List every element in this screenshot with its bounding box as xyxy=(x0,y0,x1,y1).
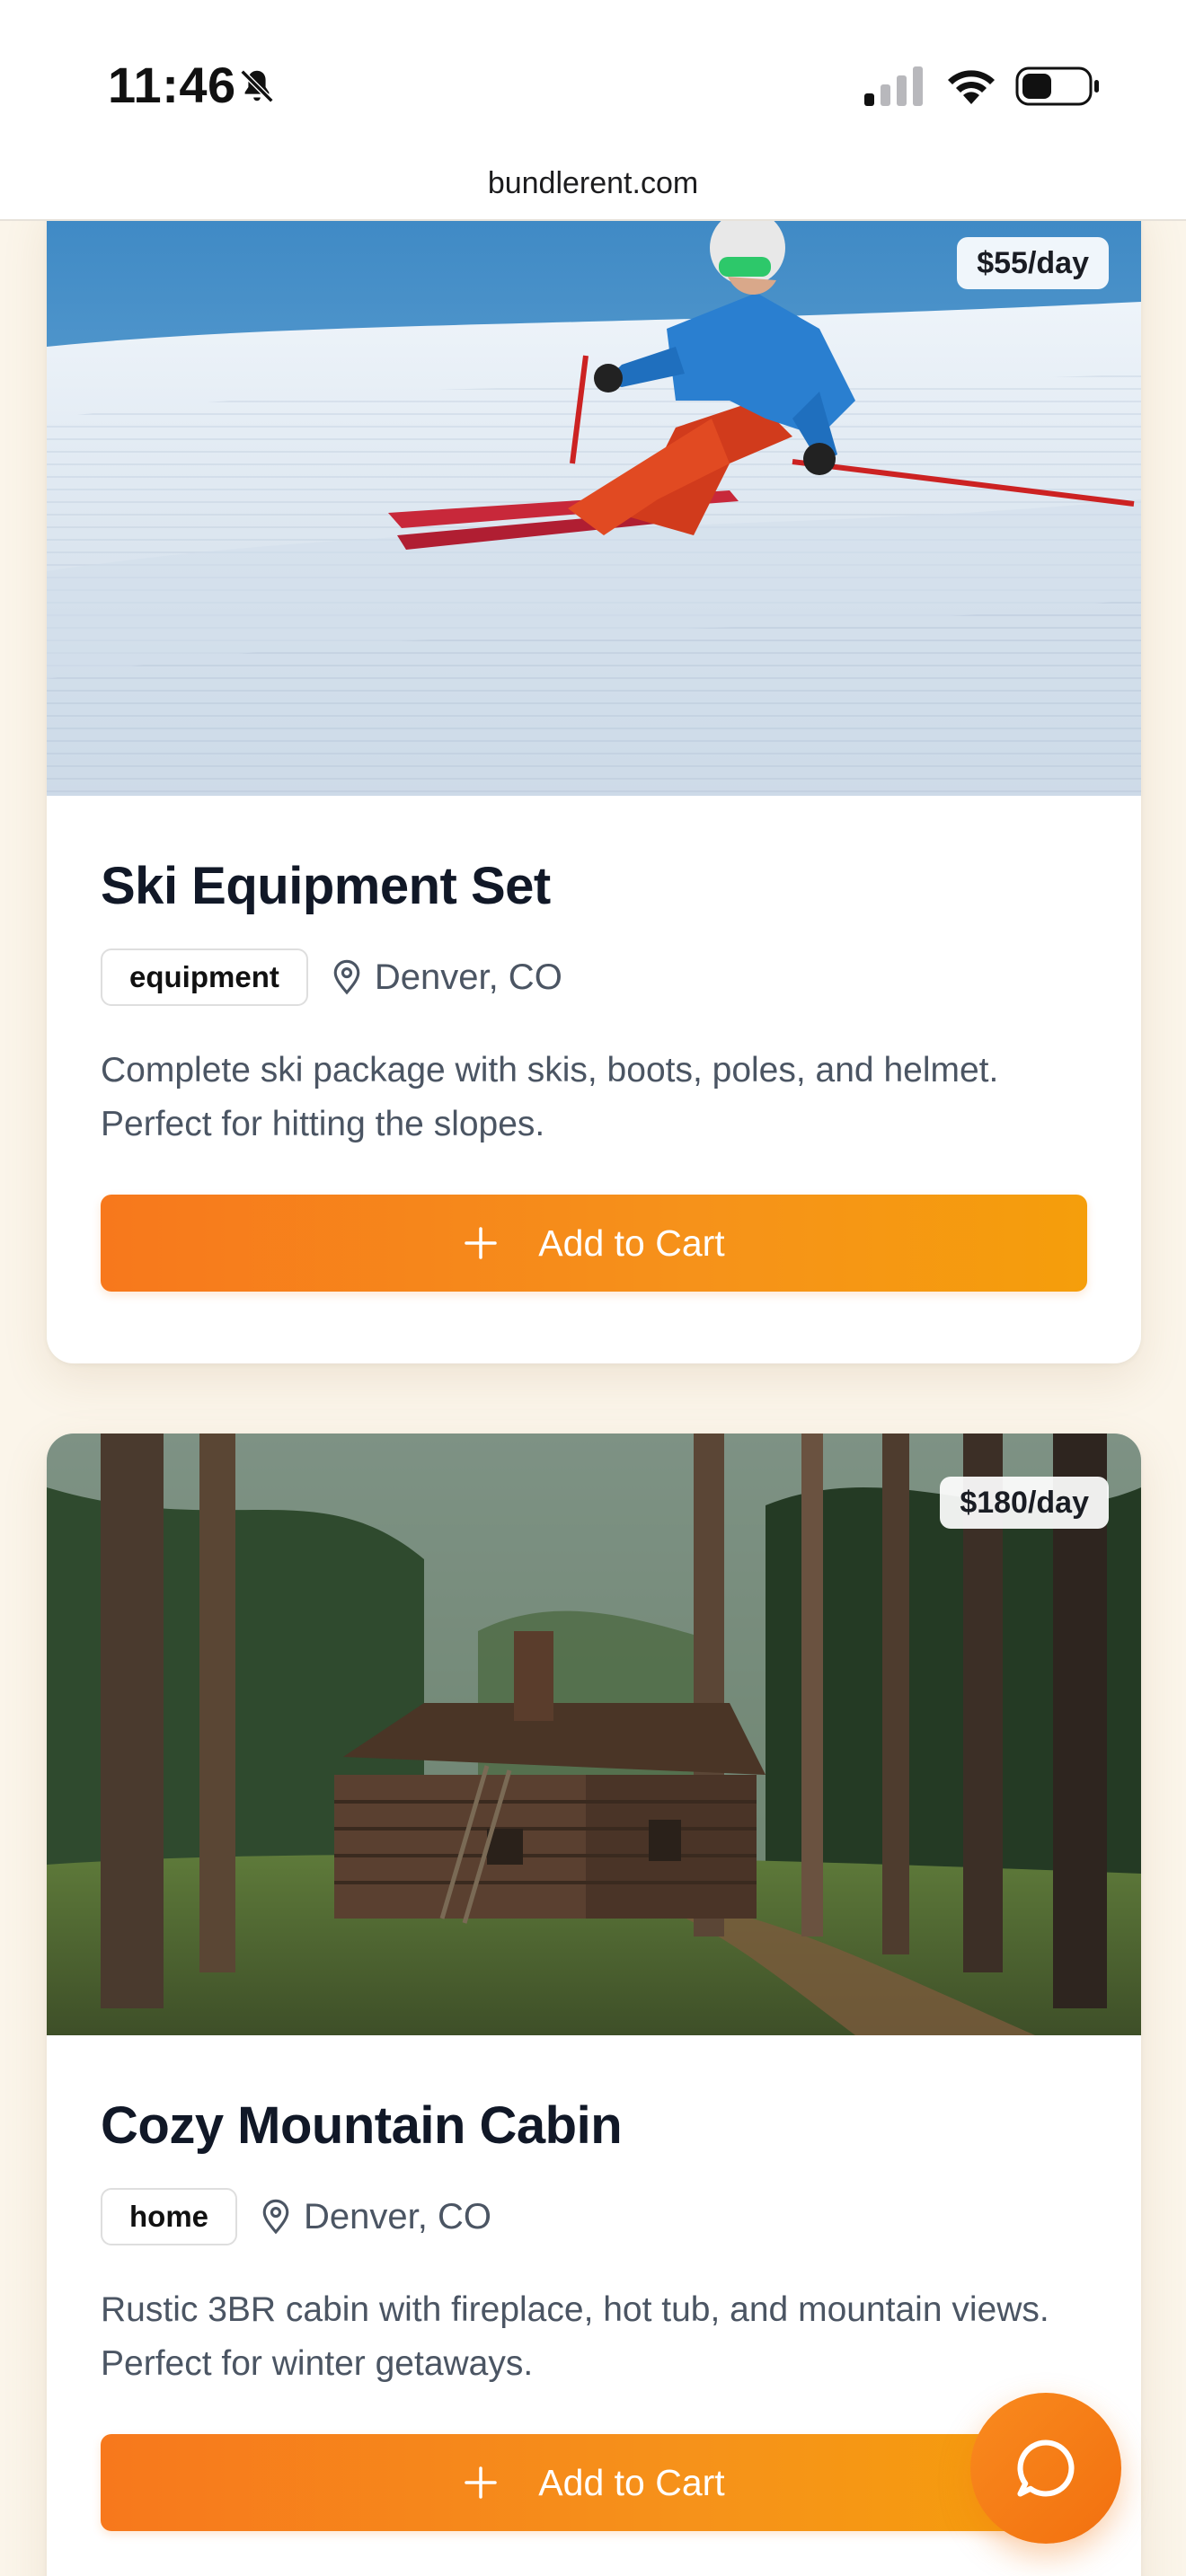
chat-button[interactable] xyxy=(970,2393,1121,2544)
listing-title[interactable]: Cozy Mountain Cabin xyxy=(101,2035,1087,2157)
listing-location: Denver, CO xyxy=(374,957,562,997)
cellular-signal-icon xyxy=(864,66,923,106)
battery-icon xyxy=(1015,66,1099,106)
listing-location: Denver, CO xyxy=(304,2196,491,2236)
add-to-cart-button[interactable]: Add to Cart xyxy=(101,2434,1087,2531)
category-tag[interactable]: equipment xyxy=(101,948,308,1006)
price-badge: $55/day xyxy=(957,237,1109,289)
listing-card[interactable]: $180/day Cozy Mountain Cabin home Denver… xyxy=(47,1434,1141,2576)
skier-photo xyxy=(47,221,1141,796)
listing-description: Complete ski package with skis, boots, p… xyxy=(101,1051,999,1143)
add-to-cart-label: Add to Cart xyxy=(538,1222,725,1264)
price-badge: $180/day xyxy=(940,1477,1109,1529)
listing-details: Ski Equipment Set equipment Denver, CO C… xyxy=(47,796,1141,1292)
location-pin-icon xyxy=(262,2199,289,2235)
listing-card[interactable]: $55/day Ski Equipment Set equipment Denv… xyxy=(47,221,1141,1363)
listing-description: Rustic 3BR cabin with fireplace, hot tub… xyxy=(101,2290,1049,2383)
add-to-cart-button[interactable]: Add to Cart xyxy=(101,1195,1087,1292)
status-bar: 11:46 xyxy=(0,0,1186,167)
browser-url-bar[interactable]: bundlerent.com xyxy=(0,167,1186,221)
status-time: 11:46 xyxy=(108,57,236,113)
plus-icon xyxy=(465,2466,498,2499)
listing-meta: equipment Denver, CO xyxy=(101,948,1087,1006)
wifi-icon xyxy=(948,70,995,104)
category-tag[interactable]: home xyxy=(101,2188,238,2245)
url-text: bundlerent.com xyxy=(487,166,699,200)
location-pin-icon xyxy=(333,959,360,995)
listing-image[interactable]: $180/day xyxy=(47,1434,1141,2035)
listing-meta: home Denver, CO xyxy=(101,2188,1087,2245)
add-to-cart-label: Add to Cart xyxy=(538,2461,725,2503)
plus-icon xyxy=(465,1227,498,1259)
listing-image[interactable]: $55/day xyxy=(47,221,1141,796)
listing-title[interactable]: Ski Equipment Set xyxy=(101,796,1087,918)
listing-feed[interactable]: $55/day Ski Equipment Set equipment Denv… xyxy=(0,221,1186,2576)
bell-off-icon xyxy=(240,69,274,103)
chat-bubble-icon xyxy=(1017,2439,1075,2497)
